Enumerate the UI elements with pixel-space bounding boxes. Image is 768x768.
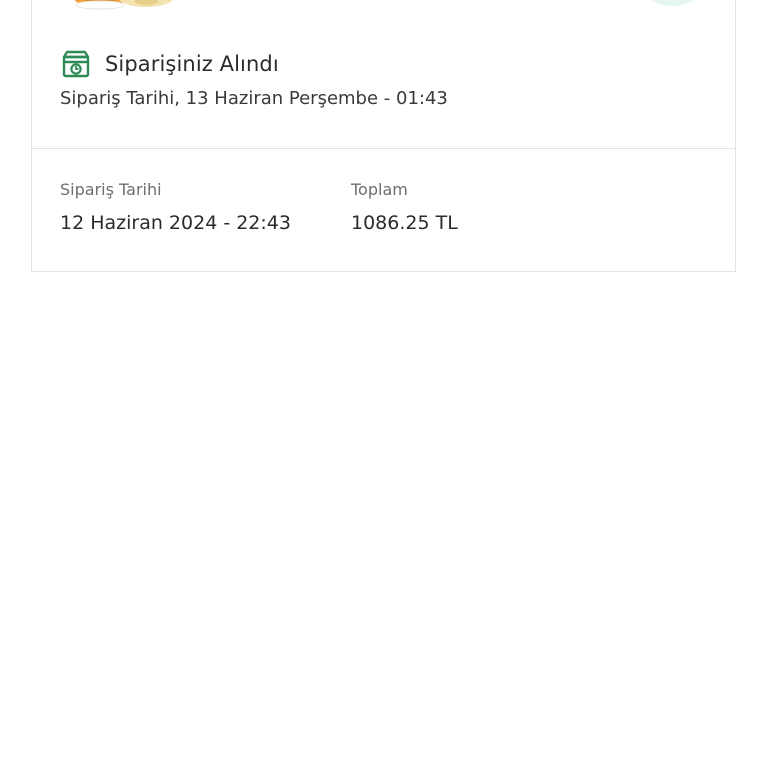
action-button[interactable] (646, 0, 700, 6)
order-date-value: 12 Haziran 2024 - 22:43 (60, 212, 291, 234)
order-total-block: Toplam 1086.25 TL (351, 180, 458, 234)
order-card: Siparişiniz Alındı Sipariş Tarihi, 13 Ha… (31, 0, 736, 272)
order-total-label: Toplam (351, 180, 408, 199)
order-status-title: Siparişiniz Alındı (105, 52, 279, 76)
order-total-value: 1086.25 TL (351, 212, 458, 234)
food-thumbnail (74, 0, 173, 10)
package-box-icon (62, 50, 90, 78)
order-status: Siparişiniz Alındı (60, 48, 279, 80)
order-status-subtitle: Sipariş Tarihi, 13 Haziran Perşembe - 01… (60, 88, 448, 109)
order-date-label: Sipariş Tarihi (60, 180, 162, 199)
divider (32, 148, 735, 149)
order-date-block: Sipariş Tarihi 12 Haziran 2024 - 22:43 (60, 180, 291, 234)
